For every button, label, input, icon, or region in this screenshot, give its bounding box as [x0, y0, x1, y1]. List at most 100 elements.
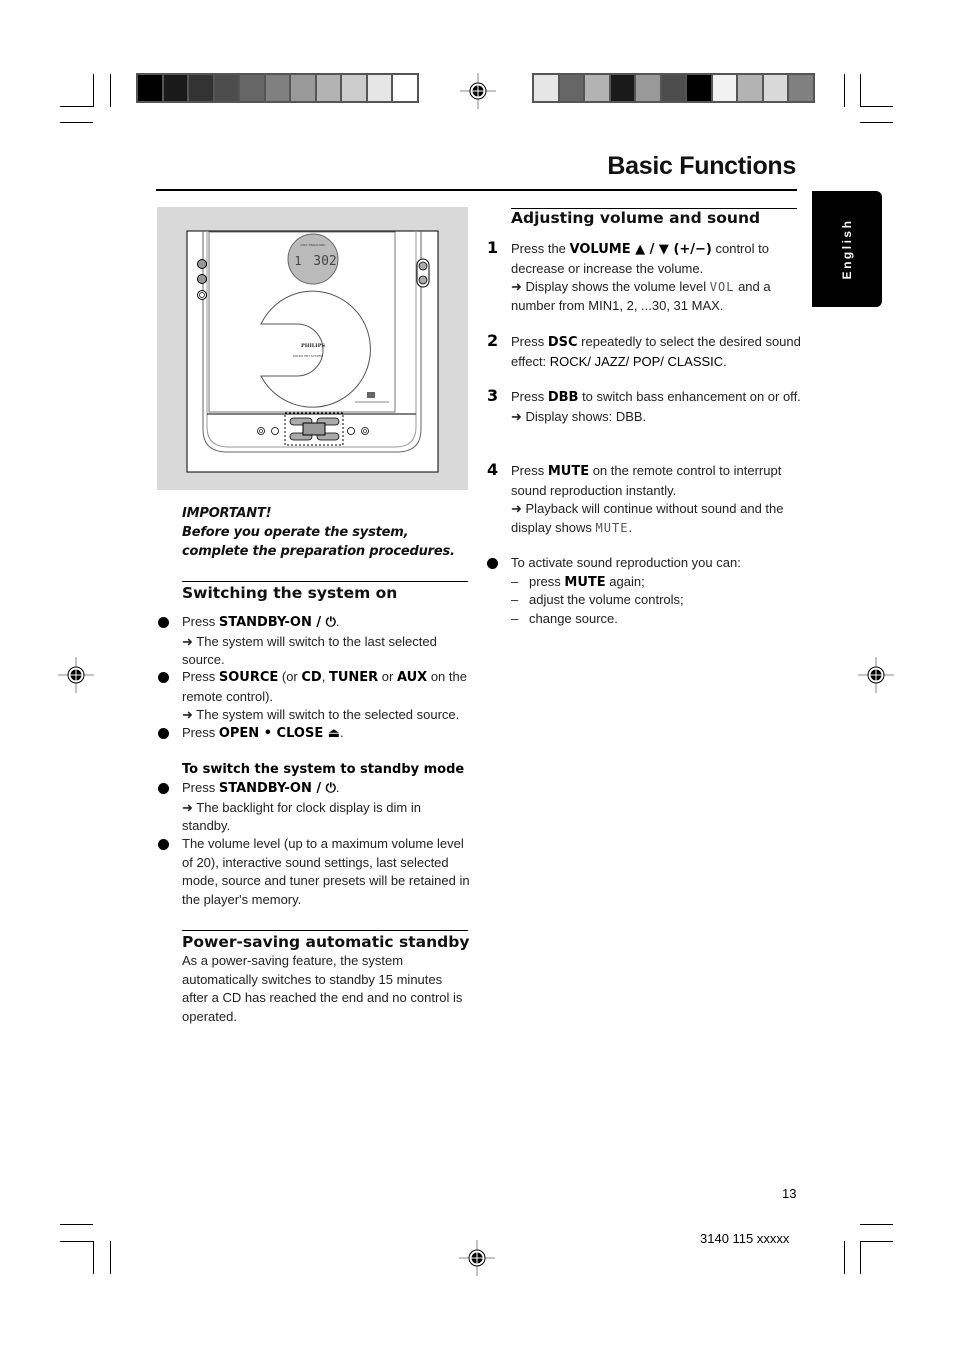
color-swatch — [163, 75, 187, 101]
crop-mark — [844, 1241, 845, 1274]
result-text: ➜ The backlight for clock display is dim… — [182, 799, 421, 834]
color-swatch — [367, 75, 391, 101]
important-text: Before you operate the system, complete … — [182, 525, 455, 559]
document-code: 3140 115 xxxxx — [700, 1231, 790, 1246]
key-aux: AUX — [396, 670, 428, 685]
key-tuner: TUNER — [328, 670, 379, 685]
language-tab: English — [812, 191, 882, 307]
list-item: The volume level (up to a maximum volume… — [182, 836, 470, 907]
crop-mark — [60, 1224, 93, 1225]
key-dbb: DBB — [547, 390, 579, 405]
result-text: ➜ The system will switch to the last sel… — [182, 633, 437, 668]
color-swatch — [214, 75, 238, 101]
important-note: IMPORTANT! Before you operate the system… — [182, 504, 472, 561]
display-track: 1 — [294, 254, 301, 268]
page-title: Basic Functions — [607, 152, 796, 180]
bullet-icon — [158, 672, 169, 683]
dash-list-item: – press MUTE again; — [511, 574, 645, 590]
color-swatch — [610, 75, 634, 101]
device-illustration: DISC TRACK REC 1 302 PHILIPS MICRO HIFI … — [157, 207, 468, 490]
crop-mark — [844, 74, 845, 107]
registration-target-icon — [858, 657, 894, 693]
dash-list-item: – change source. — [511, 610, 618, 629]
brand-logo: PHILIPS — [301, 343, 325, 349]
color-swatch — [738, 75, 762, 101]
section-divider — [182, 930, 468, 931]
svg-text:DISC TRACK REC: DISC TRACK REC — [300, 243, 325, 247]
list-item: Press OPEN • CLOSE ⏏. — [182, 725, 344, 741]
important-label: IMPORTANT! — [182, 506, 272, 521]
section-heading-adjusting: Adjusting volume and sound — [511, 209, 761, 227]
list-item: Press STANDBY-ON / ⏻. ➜ The system will … — [182, 614, 437, 668]
key-mute: MUTE — [564, 575, 606, 590]
key-dsc: DSC — [547, 335, 578, 350]
color-swatch — [138, 75, 162, 101]
lcd-mute-text: MUTE — [595, 520, 629, 535]
dash-icon: – — [511, 611, 519, 626]
color-swatch — [534, 75, 558, 101]
crop-mark — [860, 1241, 893, 1242]
registration-target-icon — [460, 73, 496, 109]
bullet-icon — [158, 839, 169, 850]
crop-mark — [860, 74, 861, 107]
color-swatch — [763, 75, 787, 101]
reactivate-intro: To activate sound reproduction you can: — [511, 555, 741, 570]
color-swatch — [189, 75, 213, 101]
color-swatch — [559, 75, 583, 101]
color-swatch — [661, 75, 685, 101]
step-number: 1 — [487, 238, 499, 257]
sound-effects-list: ROCK/ JAZZ/ POP/ CLASSIC — [549, 353, 724, 369]
crop-mark — [860, 122, 893, 123]
crop-mark — [60, 106, 93, 107]
language-tab-label: English — [840, 218, 854, 280]
color-swatch — [291, 75, 315, 101]
title-divider — [156, 189, 797, 191]
step-item: Press DSC repeatedly to select the desir… — [511, 334, 801, 369]
color-swatch — [585, 75, 609, 101]
bullet-icon — [158, 728, 169, 739]
section-divider — [182, 581, 468, 582]
cd-system-drawing: DISC TRACK REC 1 302 PHILIPS MICRO HIFI … — [186, 230, 439, 473]
crop-mark — [110, 74, 111, 107]
crop-mark — [60, 122, 93, 123]
list-item: Press STANDBY-ON / ⏻. ➜ The backlight fo… — [182, 780, 421, 834]
color-swatch — [240, 75, 264, 101]
color-swatch — [342, 75, 366, 101]
color-swatch — [712, 75, 736, 101]
key-volume: VOLUME ▲ / ▼ (+/−) — [569, 242, 712, 257]
lcd-vol-text: VOL — [709, 280, 735, 294]
step-item: Press MUTE on the remote control to inte… — [511, 463, 784, 535]
color-calibration-bar-right — [532, 73, 815, 103]
crop-mark — [860, 1241, 861, 1274]
step-item: Press DBB to switch bass enhancement on … — [511, 389, 801, 424]
bullet-icon — [158, 617, 169, 628]
color-swatch — [265, 75, 289, 101]
key-mute: MUTE — [547, 464, 590, 479]
color-swatch — [316, 75, 340, 101]
section-heading-switching-on: Switching the system on — [182, 584, 398, 602]
dash-icon: – — [511, 574, 519, 589]
key-standby-on: STANDBY-ON / ⏻ — [218, 781, 336, 796]
color-swatch — [393, 75, 417, 101]
bullet-icon — [158, 783, 169, 794]
dash-icon: – — [511, 592, 519, 607]
crop-mark — [110, 1241, 111, 1274]
crop-mark — [93, 1241, 94, 1274]
registration-target-icon — [58, 657, 94, 693]
crop-mark — [860, 106, 893, 107]
display-time: 302 — [313, 254, 336, 269]
step-number: 2 — [487, 331, 499, 350]
color-calibration-bar-left — [136, 73, 419, 103]
color-swatch — [789, 75, 813, 101]
product-subtitle: MICRO HIFI SYSTEM — [293, 354, 323, 358]
key-open-close: OPEN • CLOSE ⏏ — [218, 726, 341, 741]
crop-mark — [93, 74, 94, 107]
bullet-icon — [487, 558, 498, 569]
step-item: Press the VOLUME ▲ / ▼ (+/−) control to … — [511, 241, 771, 313]
section-heading-power-saving: Power-saving automatic standby — [182, 933, 470, 951]
color-swatch — [687, 75, 711, 101]
crop-mark — [60, 1241, 93, 1242]
dash-list-item: – adjust the volume controls; — [511, 591, 684, 610]
step-number: 3 — [487, 386, 499, 405]
crop-mark — [860, 1224, 893, 1225]
